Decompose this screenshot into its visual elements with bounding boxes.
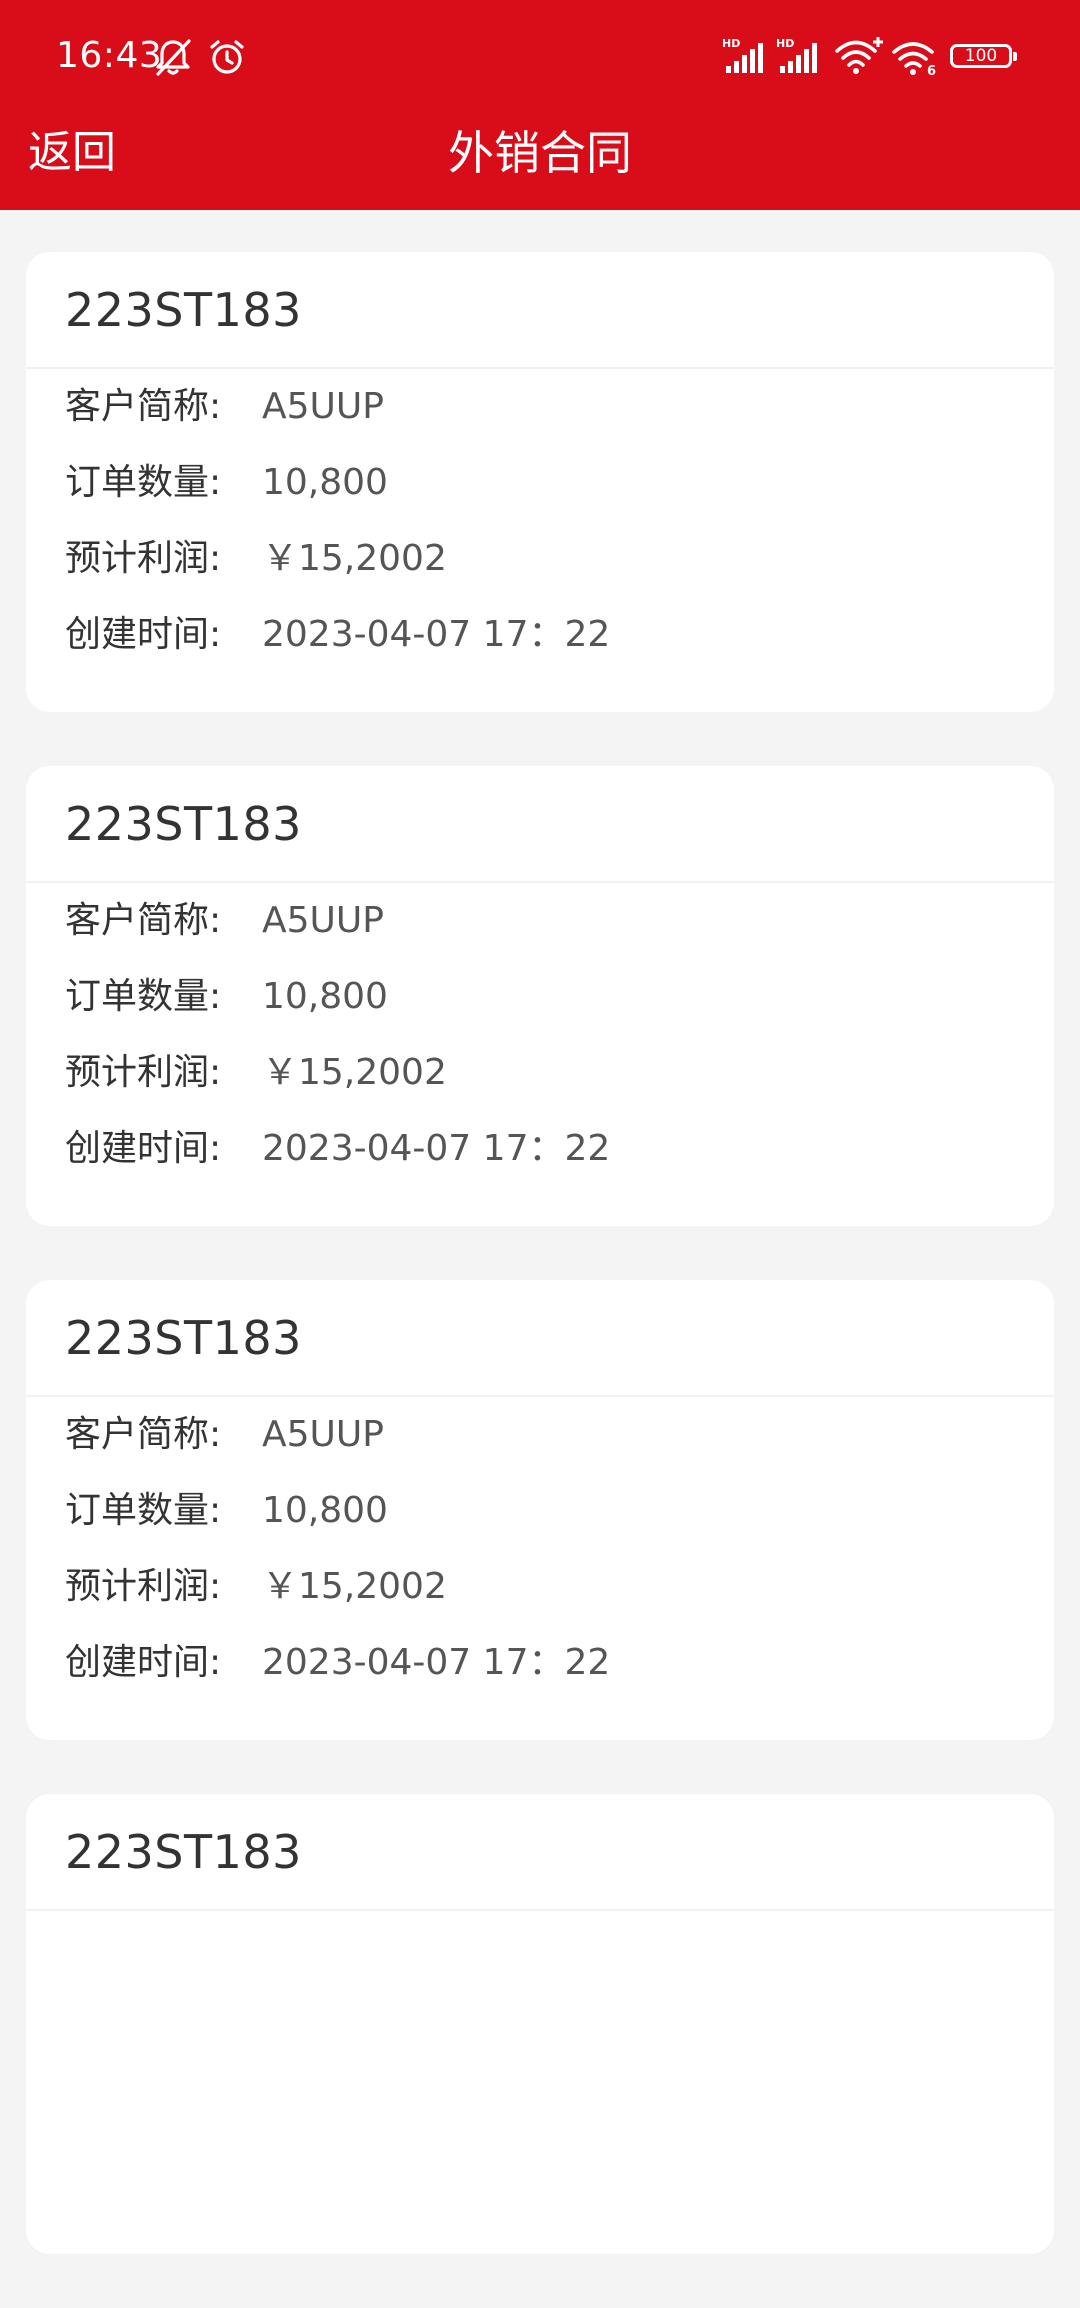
nav-bar: 返回 外销合同 [0, 110, 1080, 210]
wifi-plus-icon [835, 37, 883, 74]
quantity-row: 订单数量: 10,800 [65, 1486, 388, 1536]
profit-value: ￥15,2002 [262, 1052, 447, 1093]
customer-row: 客户简称: A5UUP [65, 896, 384, 946]
contract-card[interactable]: 223ST183 客户简称: A5UUP 订单数量: 10,800 预计利润: ￥15… [26, 252, 1054, 712]
contract-number: 223ST183 [65, 283, 302, 337]
back-button[interactable]: 返回 [28, 118, 116, 188]
quantity-value: 10,800 [262, 1490, 388, 1531]
created-label: 创建时间: [65, 614, 222, 655]
app-header: 16:43 HD HD 6 100 返回 外销合同 [0, 0, 1080, 210]
created-label: 创建时间: [65, 1642, 222, 1683]
svg-text:6: 6 [927, 64, 936, 76]
status-time: 16:43 [56, 35, 163, 76]
profit-row: 预计利润: ￥15,2002 [65, 534, 447, 584]
profit-row: 预计利润: ￥15,2002 [65, 1048, 447, 1098]
quantity-label: 订单数量: [65, 462, 222, 503]
customer-row: 客户简称: A5UUP [65, 382, 384, 432]
profit-label: 预计利润: [65, 1566, 222, 1607]
contract-number: 223ST183 [65, 1825, 302, 1879]
svg-text:HD: HD [722, 37, 740, 50]
created-value: 2023-04-07 17：22 [262, 1642, 611, 1683]
contract-card[interactable]: 223ST183 客户简称: A5UUP 订单数量: 10,800 预计利润: ￥15… [26, 1280, 1054, 1740]
svg-text:HD: HD [776, 37, 794, 50]
quantity-value: 10,800 [262, 462, 388, 503]
quantity-value: 10,800 [262, 976, 388, 1017]
profit-label: 预计利润: [65, 1052, 222, 1093]
contract-card[interactable]: 223ST183 [26, 1794, 1054, 2254]
quantity-row: 订单数量: 10,800 [65, 972, 388, 1022]
profit-label: 预计利润: [65, 538, 222, 579]
contract-card[interactable]: 223ST183 客户简称: A5UUP 订单数量: 10,800 预计利润: ￥15… [26, 766, 1054, 1226]
created-label: 创建时间: [65, 1128, 222, 1169]
customer-value: A5UUP [262, 386, 384, 427]
hd-signal-icon: HD [776, 37, 817, 73]
profit-row: 预计利润: ￥15,2002 [65, 1562, 447, 1612]
contract-list: 223ST183 客户简称: A5UUP 订单数量: 10,800 预计利润: ￥15… [26, 252, 1054, 2308]
profit-value: ￥15,2002 [262, 538, 447, 579]
wifi-6-icon: 6 [892, 42, 936, 76]
quantity-label: 订单数量: [65, 1490, 222, 1531]
created-row: 创建时间: 2023-04-07 17：22 [65, 1638, 610, 1688]
page-title: 外销合同 [448, 126, 632, 180]
profit-value: ￥15,2002 [262, 1566, 447, 1607]
card-divider [26, 1909, 1054, 1911]
created-row: 创建时间: 2023-04-07 17：22 [65, 610, 610, 660]
battery-level: 100 [964, 46, 998, 66]
status-bar: 16:43 HD HD 6 100 [0, 0, 1080, 110]
customer-row: 客户简称: A5UUP [65, 1410, 384, 1460]
customer-label: 客户简称: [65, 1414, 222, 1455]
contract-number: 223ST183 [65, 1311, 302, 1365]
created-value: 2023-04-07 17：22 [262, 614, 611, 655]
created-value: 2023-04-07 17：22 [262, 1128, 611, 1169]
alarm-icon [210, 40, 244, 74]
battery-icon: 100 [950, 44, 1017, 68]
mute-icon [156, 39, 191, 76]
created-row: 创建时间: 2023-04-07 17：22 [65, 1124, 610, 1174]
quantity-row: 订单数量: 10,800 [65, 458, 388, 508]
quantity-label: 订单数量: [65, 976, 222, 1017]
card-divider [26, 881, 1054, 883]
contract-number: 223ST183 [65, 797, 302, 851]
customer-value: A5UUP [262, 1414, 384, 1455]
hd-signal-icon: HD [722, 37, 763, 73]
card-divider [26, 1395, 1054, 1397]
customer-label: 客户简称: [65, 900, 222, 941]
customer-label: 客户简称: [65, 386, 222, 427]
customer-value: A5UUP [262, 900, 384, 941]
card-divider [26, 367, 1054, 369]
